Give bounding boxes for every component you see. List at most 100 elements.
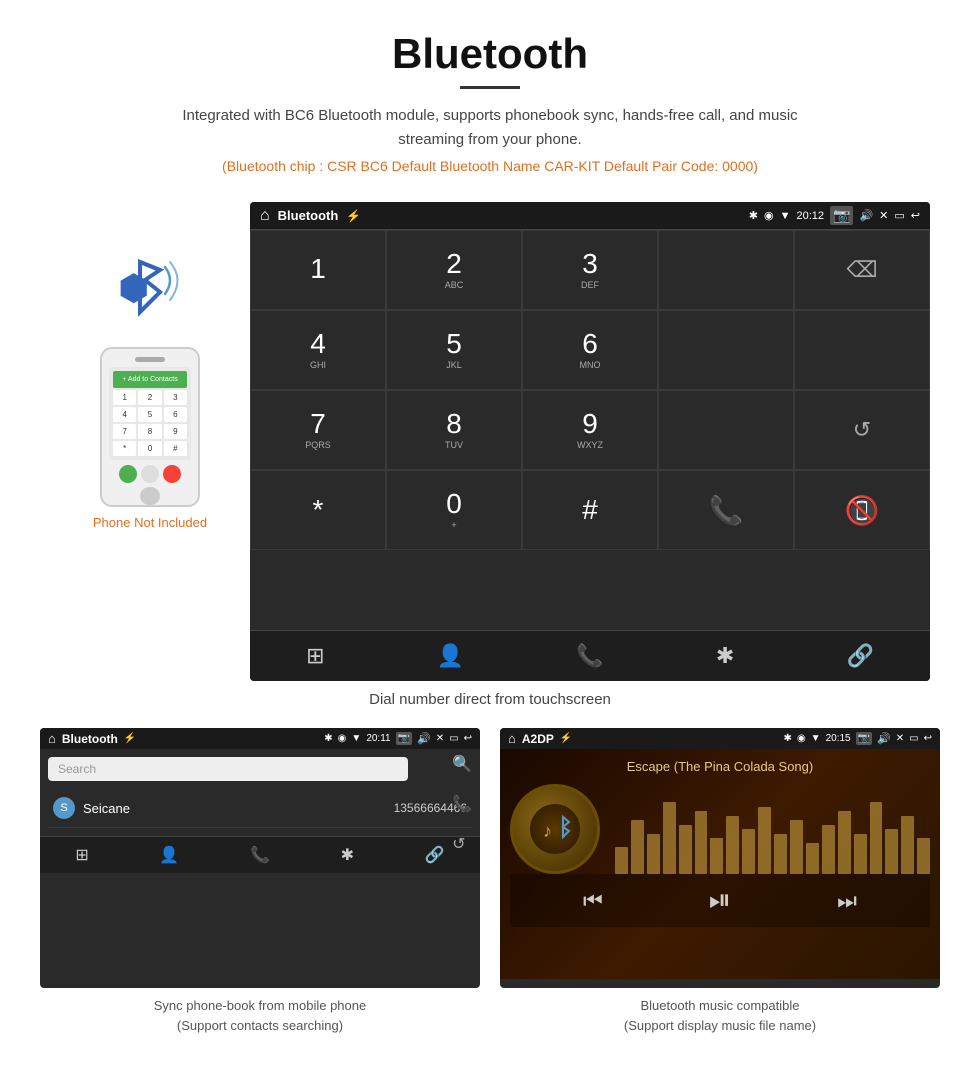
bluetooth-status-icon: ✱ [749,209,758,222]
eq-bar [758,807,771,875]
eq-bar [695,811,708,874]
phone-end-btn [163,465,181,483]
pb-x-icon[interactable]: ✕ [436,733,444,744]
volume-icon[interactable]: 🔊 [859,209,873,222]
pb-time: 20:11 [366,733,390,744]
back-icon[interactable]: ↩ [911,209,920,222]
pb-usb-icon: ⚡ [124,733,136,744]
ms-usb-icon: ⚡ [560,733,572,744]
dialpad-call-red[interactable]: 📵 [794,470,930,550]
phone-cell: 9 [164,424,187,439]
dialpad-key-8[interactable]: 8 TUV [386,390,522,470]
ms-back-icon[interactable]: ↩ [924,733,932,744]
ms-x-icon[interactable]: ✕ [896,733,904,744]
time-display: 20:12 [796,210,824,222]
pb-nav-link[interactable]: 🔗 [425,845,445,865]
call-side-icon[interactable]: 📞 [452,794,472,814]
ms-bt-icon: ✱ [784,733,792,744]
pb-loc-icon: ◉ [338,733,347,744]
ms-screen-icon[interactable]: ▭ [909,733,918,744]
dialpad-reload[interactable]: ↺ [794,390,930,470]
home-icon[interactable]: ⌂ [260,207,270,225]
pb-home-icon[interactable]: ⌂ [48,731,56,746]
pb-cam-icon[interactable]: 📷 [396,732,412,745]
dialpad-backspace[interactable]: ⌫ [794,230,930,310]
page-title-section: Bluetooth Integrated with BC6 Bluetooth … [0,0,980,202]
dialpad-key-7[interactable]: 7 PQRS [250,390,386,470]
contact-item[interactable]: S Seicane 13566664466 [48,789,472,828]
eq-bar [663,802,676,874]
phone-cell: 5 [138,407,161,422]
dialpad-key-3[interactable]: 3 DEF [522,230,658,310]
nav-bluetooth-icon[interactable]: ✱ [716,643,734,669]
bluetooth-symbol-icon: ⬢ [118,267,149,309]
dialpad-key-hash[interactable]: # [522,470,658,550]
dialpad-key-star[interactable]: * [250,470,386,550]
eq-bar [679,825,692,875]
phonebook-content: Search S Seicane 13566664466 🔍 📞 ↺ [40,749,480,836]
pb-nav-phone[interactable]: 📞 [250,845,270,865]
dialpad-status-bar: ⌂ Bluetooth ⚡ ✱ ◉ ▼ 20:12 📷 🔊 ✕ ▭ ↩ [250,202,930,229]
phone-speaker [135,357,165,362]
reload-side-icon[interactable]: ↺ [452,834,472,854]
eq-bar [710,838,723,874]
ms-vol-icon[interactable]: 🔊 [877,732,891,745]
music-controls: ⏮ ⏯ ⏭ [510,874,930,927]
pb-app-name: Bluetooth [62,732,118,746]
phone-home-btn [140,487,160,505]
nav-phone-icon[interactable]: 📞 [576,643,603,669]
dialpad-key-0[interactable]: 0 + [386,470,522,550]
ms-cam-icon[interactable]: 📷 [856,732,872,745]
album-art: ♪ [510,784,600,874]
nav-contact-icon[interactable]: 👤 [437,643,464,669]
dialpad-call-green[interactable]: 📞 [658,470,794,550]
prev-track-button[interactable]: ⏮ [583,888,603,914]
phone-screen: + Add to Contacts 1 2 3 4 5 6 7 8 9 * 0 … [109,367,191,460]
screen-icon[interactable]: ▭ [894,209,904,222]
subtitle-text: Integrated with BC6 Bluetooth module, su… [165,104,815,152]
contact-initial-badge: S [53,797,75,819]
eq-bar [631,820,644,874]
phone-buttons [119,465,181,483]
phonebook-status-bar: ⌂ Bluetooth ⚡ ✱ ◉ ▼ 20:11 📷 🔊 ✕ ▭ ↩ [40,728,480,749]
usb-icon: ⚡ [346,209,361,223]
dialpad-key-2[interactable]: 2 ABC [386,230,522,310]
dialpad-key-9[interactable]: 9 WXYZ [522,390,658,470]
dialpad-key-1[interactable]: 1 [250,230,386,310]
next-track-button[interactable]: ⏭ [837,888,857,914]
phone-cell: 0 [138,441,161,456]
dialpad-key-5[interactable]: 5 JKL [386,310,522,390]
eq-bar [647,834,660,875]
pb-back-icon[interactable]: ↩ [464,733,472,744]
eq-bar [742,829,755,874]
signal-icon: ▼ [780,210,791,222]
end-call-icon: 📵 [845,494,880,527]
play-pause-button[interactable]: ⏯ [709,884,731,917]
dialpad-screen: ⌂ Bluetooth ⚡ ✱ ◉ ▼ 20:12 📷 🔊 ✕ ▭ ↩ 1 [250,202,930,681]
pb-screen-icon[interactable]: ▭ [449,733,458,744]
ms-status-left: ⌂ A2DP ⚡ [508,731,572,746]
search-side-icon[interactable]: 🔍 [452,754,472,774]
pb-nav-grid[interactable]: ⊞ [75,845,88,865]
close-icon[interactable]: ✕ [879,209,888,222]
phone-cell: 8 [138,424,161,439]
ms-signal-icon: ▼ [811,733,821,744]
nav-grid-icon[interactable]: ⊞ [306,643,324,669]
contact-search-bar[interactable]: Search [48,757,408,781]
camera-icon[interactable]: 📷 [830,206,853,225]
album-art-icon: ♪ [535,809,575,849]
dialpad-key-4[interactable]: 4 GHI [250,310,386,390]
nav-link-icon[interactable]: 🔗 [846,643,873,669]
eq-bar [870,802,883,874]
phonebook-screen: ⌂ Bluetooth ⚡ ✱ ◉ ▼ 20:11 📷 🔊 ✕ ▭ ↩ [40,728,480,988]
ms-app-name: A2DP [522,732,554,746]
ms-home-icon[interactable]: ⌂ [508,731,516,746]
pb-vol-icon[interactable]: 🔊 [417,732,431,745]
eq-bar [917,838,930,874]
status-bar-right: ✱ ◉ ▼ 20:12 📷 🔊 ✕ ▭ ↩ [749,206,920,225]
phonebook-wrapper: ⌂ Bluetooth ⚡ ✱ ◉ ▼ 20:11 📷 🔊 ✕ ▭ ↩ [40,728,480,1035]
dialpad-key-6[interactable]: 6 MNO [522,310,658,390]
eq-bar [901,816,914,875]
pb-nav-contact[interactable]: 👤 [159,845,179,865]
pb-nav-bt[interactable]: ✱ [341,845,354,865]
